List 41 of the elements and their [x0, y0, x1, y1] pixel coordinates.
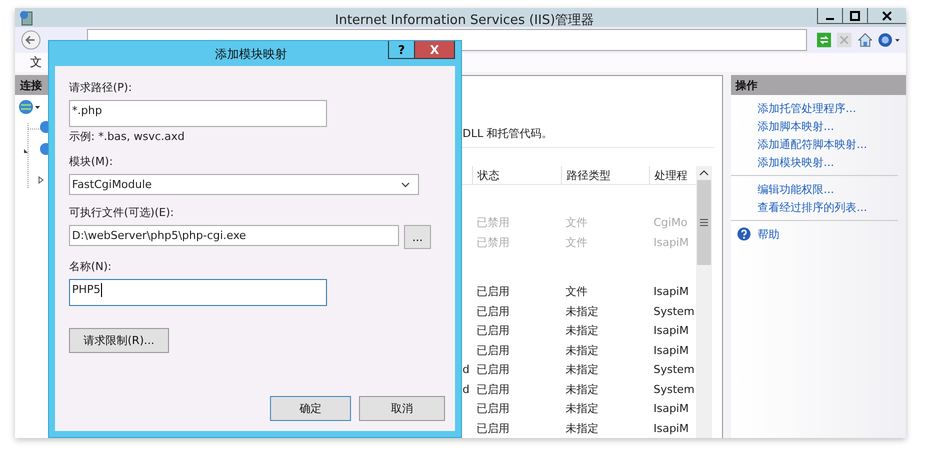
table-cell: 已启用 [476, 402, 510, 416]
table-cell: IsapiM [653, 422, 689, 435]
pane-header: 操作 [730, 75, 906, 96]
table-cell: 文件 [565, 236, 588, 249]
dialog-title: 添加模块映射 [215, 46, 287, 63]
table-cell: 未指定 [565, 422, 598, 435]
field-label: 模块(M): [69, 154, 114, 169]
table-cell: System [653, 363, 695, 376]
table-cell: CgiMo [653, 216, 688, 230]
table-cell: 未指定 [565, 363, 598, 376]
table-cell: 已禁用 [476, 236, 510, 249]
table-cell: 已启用 [476, 324, 510, 338]
table-cell: IsapiM [653, 236, 689, 249]
table-cell: System [653, 382, 695, 396]
table-cell: 已启用 [476, 382, 510, 396]
table-cell: 已禁用 [476, 216, 510, 230]
table-cell: d [462, 363, 470, 376]
table-cell: 已启用 [476, 363, 510, 376]
window-title: Internet Information Services (IIS)管理器 [335, 12, 594, 29]
table-cell: 已启用 [476, 304, 510, 318]
table-cell: 已启用 [476, 285, 510, 298]
table-cell: IsapiM [653, 285, 689, 298]
field-label: 请求路径(P): [69, 80, 133, 95]
table-cell: 未指定 [565, 344, 598, 357]
table-cell: 文件 [565, 216, 588, 230]
table-cell: 未指定 [565, 382, 598, 396]
table-cell: 已启用 [476, 344, 510, 357]
table-cell: IsapiM [653, 402, 689, 416]
description-text: DLL 和托管代码。 [462, 126, 554, 142]
field-label: 名称(N): [69, 259, 113, 274]
table-cell: IsapiM [653, 344, 689, 357]
table-cell: 已启用 [476, 422, 510, 435]
table-cell: 未指定 [565, 402, 598, 416]
table-cell: System [653, 304, 695, 318]
table-cell: 未指定 [565, 324, 598, 338]
field-label: 可执行文件(可选)(E): [69, 205, 175, 220]
hint-text: 示例: *.bas, wsvc.axd [69, 129, 186, 144]
table-cell: d [462, 382, 470, 396]
table-cell: 未指定 [565, 304, 598, 318]
table-cell: 文件 [565, 285, 588, 298]
table-cell: IsapiM [653, 324, 689, 338]
